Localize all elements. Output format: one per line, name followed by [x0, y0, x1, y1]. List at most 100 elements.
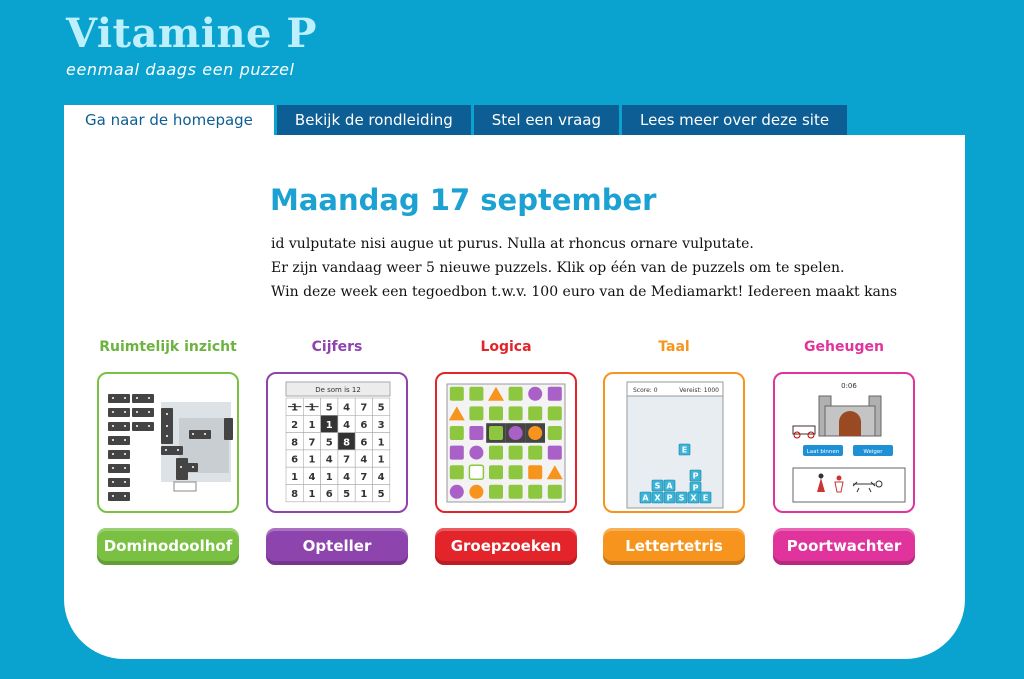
number-grid-preview: De som is 12 1 1 5 4 7 52 1 1 4 6 38 7 5 8 6 16 1 4 7 4 11 4 1… — [285, 381, 391, 503]
grid-cell-number: 7 — [308, 437, 315, 448]
refuse-label: Weiger — [863, 449, 883, 455]
shape-square — [528, 445, 543, 460]
shape-square — [547, 386, 562, 401]
grid-cell-number: 1 — [378, 437, 385, 448]
shape-square — [489, 406, 503, 421]
grid-cell-number: 1 — [308, 455, 315, 466]
letter-tile-label: S — [655, 482, 661, 491]
shape-circle — [469, 445, 484, 460]
intro-line: id vulputate nisi augue ut purus. Nulla … — [271, 236, 754, 252]
puzzle-card-dominodoolhof: Ruimtelijk inzicht Dominodoolhof — [97, 337, 239, 565]
shape-square — [528, 484, 543, 499]
grid-header: De som is 12 — [315, 386, 361, 394]
grid-cell-number: 5 — [378, 403, 385, 414]
letter-tile-label: P — [693, 484, 699, 493]
timer-label: 0:06 — [841, 382, 857, 390]
admit-label: Laat binnen — [807, 449, 840, 455]
tab-ask-question[interactable]: Stel een vraag — [473, 105, 620, 135]
shape-square — [489, 484, 503, 499]
puzzle-card-poortwachter: Geheugen 0:06 Laat binnen Weiger Poortwa… — [773, 337, 915, 565]
castle-gate-preview: 0:06 Laat binnen Weiger — [792, 382, 906, 503]
grid-cell-number: 4 — [343, 420, 350, 431]
tab-about[interactable]: Lees meer over deze site — [622, 105, 848, 135]
grid-cell-number: 1 — [326, 420, 333, 431]
grid-cell-number: 2 — [291, 420, 298, 431]
grid-cell-number: 6 — [326, 489, 333, 500]
shape-circle — [528, 426, 543, 440]
puzzle-thumbnail-dominodoolhof[interactable] — [97, 372, 239, 513]
grid-cell-number: 8 — [343, 437, 350, 448]
opteller-button[interactable]: Opteller — [266, 528, 408, 565]
grid-cell-number: 1 — [378, 455, 385, 466]
intro-line: Er zijn vandaag weer 5 nieuwe puzzels. K… — [271, 260, 845, 276]
grid-cell-number: 1 — [360, 489, 367, 500]
shape-square — [489, 445, 503, 460]
puzzle-category: Ruimtelijk inzicht — [99, 339, 237, 355]
shape-square — [547, 426, 562, 440]
shape-circle — [449, 484, 464, 499]
grid-cell-number: 4 — [378, 472, 385, 483]
puzzle-thumbnail-opteller[interactable]: De som is 12 115475211463875861614741141… — [266, 372, 408, 513]
domino-preview-image — [108, 394, 233, 501]
letter-tile-label: P — [667, 494, 673, 503]
puzzle-category: Logica — [480, 339, 532, 355]
letter-tetris-preview: Score: 0 Vereist: 1000 ES APPA X P S X E — [626, 381, 724, 509]
shape-square — [508, 484, 523, 499]
shape-grid-preview — [446, 383, 566, 503]
shape-square — [508, 445, 523, 460]
puzzle-category: Cijfers — [311, 339, 363, 355]
shape-square — [508, 465, 523, 480]
puzzle-card-groepzoeken: Logica Groepzoeken — [435, 337, 577, 565]
grid-cell-number: 1 — [308, 403, 315, 414]
letter-tile-label: A — [666, 482, 673, 491]
grid-cell-number: 7 — [360, 472, 367, 483]
grid-cell-number: 1 — [308, 420, 315, 431]
lettertetris-button[interactable]: Lettertetris — [603, 528, 745, 565]
grid-cell-number: 4 — [326, 455, 333, 466]
tab-tour[interactable]: Bekijk de rondleiding — [276, 105, 471, 135]
groepzoeken-button[interactable]: Groepzoeken — [435, 528, 577, 565]
shape-square — [468, 464, 485, 480]
shape-square — [528, 465, 543, 480]
page-title: Maandag 17 september — [270, 183, 657, 217]
shape-circle — [469, 484, 484, 499]
shape-square — [489, 465, 503, 480]
puzzle-thumbnail-lettertetris[interactable]: Score: 0 Vereist: 1000 ESAPPAXPSXE — [603, 372, 745, 513]
grid-cell-number: 1 — [291, 403, 298, 414]
logo-subtitle: eenmaal daags een puzzel — [66, 60, 295, 79]
logo-title: Vitamine P — [66, 10, 317, 57]
grid-cell-number: 4 — [343, 472, 350, 483]
grid-cell-number: 7 — [343, 455, 350, 466]
grid-cell-number: 4 — [360, 455, 367, 466]
puzzle-thumbnail-poortwachter[interactable]: 0:06 Laat binnen Weiger — [773, 372, 915, 513]
grid-cell-number: 8 — [291, 437, 298, 448]
shape-square — [489, 426, 503, 440]
tab-homepage[interactable]: Ga naar de homepage — [64, 105, 274, 135]
grid-cell-number: 5 — [326, 437, 333, 448]
grid-cell-number: 6 — [360, 420, 367, 431]
shape-circle — [528, 386, 543, 401]
grid-cell-number: 4 — [308, 472, 315, 483]
poortwachter-button[interactable]: Poortwachter — [773, 528, 915, 565]
puzzle-category: Geheugen — [804, 339, 884, 355]
intro-text: id vulputate nisi augue ut purus. Nulla … — [271, 232, 951, 304]
puzzle-thumbnail-groepzoeken[interactable] — [435, 372, 577, 513]
letter-tile-label: A — [642, 494, 649, 503]
shape-circle — [508, 426, 523, 440]
puzzle-card-lettertetris: Taal Score: 0 Vereist: 1000 ESAPPAXPSXE … — [603, 337, 745, 565]
target-label: Vereist: 1000 — [679, 387, 719, 394]
letter-tile-label: S — [679, 494, 685, 503]
letter-tile-label: E — [682, 446, 687, 455]
shape-square — [449, 445, 464, 460]
shape-square — [449, 386, 464, 401]
puzzle-card-opteller: Cijfers De som is 12 1154752114638758616… — [266, 337, 408, 565]
grid-cell-number: 4 — [343, 403, 350, 414]
shape-square — [508, 386, 523, 401]
shape-square — [547, 406, 562, 421]
grid-cell-number: 6 — [291, 455, 298, 466]
site-logo[interactable]: Vitamine P eenmaal daags een puzzel — [66, 10, 317, 79]
letter-tile-label: X — [690, 494, 697, 503]
dominodoolhof-button[interactable]: Dominodoolhof — [97, 528, 239, 565]
shape-square — [469, 386, 484, 401]
shape-square — [469, 406, 484, 421]
